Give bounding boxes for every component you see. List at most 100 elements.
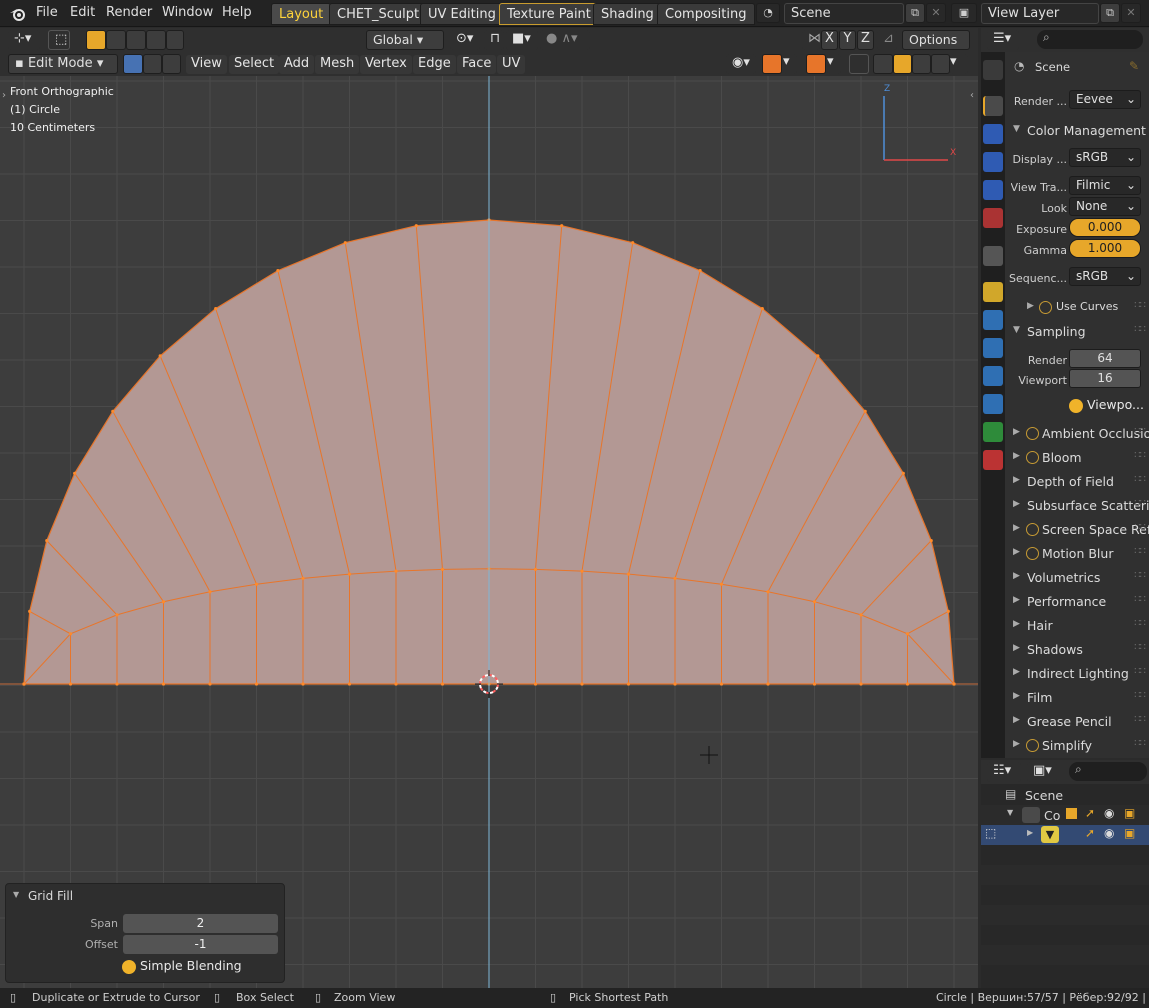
simple-blending-checkbox[interactable]: Simple Blending (122, 958, 242, 974)
menu-select[interactable]: Select (229, 55, 280, 74)
mesh-vertex[interactable] (719, 582, 724, 586)
pin-icon[interactable]: ✎ (1129, 59, 1139, 73)
menu-window[interactable]: Window (162, 5, 213, 20)
menu-edit[interactable]: Edit (70, 5, 95, 20)
mesh-vertex[interactable] (859, 613, 863, 617)
drag-handle-icon[interactable]: ∷∷ (1134, 522, 1146, 533)
use-curves-checkbox[interactable] (1039, 301, 1052, 314)
drag-handle-icon[interactable]: ∷∷ (1134, 738, 1146, 749)
drag-handle-icon[interactable]: ∷∷ (1134, 546, 1146, 557)
tab-compositing[interactable]: Compositing (657, 3, 755, 25)
properties-editor-type-icon[interactable]: ☰▾ (987, 30, 1019, 50)
view-layer-field[interactable]: View Layer (981, 3, 1099, 24)
mesh-vertex[interactable] (859, 682, 863, 686)
section-motion-blur[interactable]: ▶ Motion Blur ∷∷ (1005, 543, 1149, 565)
mesh-vertex[interactable] (631, 241, 635, 245)
visibility-icon[interactable]: ◉▾ (726, 54, 756, 74)
overlays-icon[interactable] (806, 54, 826, 74)
render-engine-select[interactable]: Eevee ⌄ (1069, 90, 1141, 109)
section-shadows[interactable]: ▶ Shadows ∷∷ (1005, 639, 1149, 661)
solid-shading-icon[interactable] (893, 54, 912, 74)
menu-help[interactable]: Help (222, 5, 252, 20)
tool-tab-icon[interactable] (983, 60, 1003, 80)
sampling-section[interactable]: ▼ Sampling ∷∷ (1005, 321, 1149, 343)
mesh-vertex[interactable] (719, 682, 724, 686)
viewport-denoise-checkbox[interactable]: Viewpo... (1069, 397, 1144, 413)
mesh-vertex[interactable] (929, 539, 933, 543)
tab-chet-sculpt[interactable]: CHET_Sculpt (329, 3, 428, 25)
mirror-y-toggle[interactable]: Y (839, 30, 856, 50)
mesh-vertex[interactable] (115, 613, 119, 617)
mesh-vertex[interactable] (560, 224, 564, 228)
render-tab-icon[interactable] (983, 96, 1003, 116)
mesh-vertex[interactable] (115, 682, 119, 686)
selectable-icon[interactable]: ➚ (1085, 806, 1095, 820)
menu-edge[interactable]: Edge (413, 55, 456, 74)
drag-handle-icon[interactable]: ∷∷ (1134, 714, 1146, 725)
select-tool-icon[interactable]: ⬚ (48, 30, 70, 50)
mesh-vertex[interactable] (533, 567, 538, 571)
menu-view[interactable]: View (186, 55, 227, 74)
expand-arrow-icon[interactable]: ▼ (1007, 808, 1013, 817)
viewport-samples-field[interactable]: 16 (1069, 369, 1141, 388)
section-volumetrics[interactable]: ▶ Volumetrics ∷∷ (1005, 567, 1149, 589)
select-mode-new-icon[interactable] (86, 30, 106, 50)
vertex-select-mode-icon[interactable] (123, 54, 143, 74)
look-select[interactable]: None ⌄ (1069, 197, 1141, 216)
view-layer-tab-icon[interactable] (983, 152, 1003, 172)
drag-handle-icon[interactable]: ∷∷ (1134, 324, 1146, 335)
section-indirect-lighting[interactable]: ▶ Indirect Lighting ∷∷ (1005, 663, 1149, 685)
span-field[interactable]: 2 (123, 914, 278, 933)
new-view-layer-icon[interactable]: ⧉ (1100, 3, 1120, 23)
toolbar-expand-icon[interactable]: › (2, 90, 6, 101)
scene-name-field[interactable]: Scene (784, 3, 904, 24)
selectable-icon[interactable]: ➚ (1085, 826, 1095, 840)
output-tab-icon[interactable] (983, 124, 1003, 144)
world-tab-icon[interactable] (983, 208, 1003, 228)
outliner-object-row[interactable]: ⬚ ▶ ▼ ➚ ◉ ▣ (981, 825, 1149, 845)
mesh-vertex[interactable] (440, 682, 445, 686)
menu-file[interactable]: File (36, 5, 58, 20)
eye-icon[interactable]: ◉ (1104, 826, 1114, 840)
mesh-vertex[interactable] (254, 682, 259, 686)
outliner-scene-row[interactable]: ▤ Scene (981, 785, 1149, 805)
mesh-vertex[interactable] (28, 609, 32, 614)
tab-texture-paint[interactable]: Texture Paint (499, 3, 599, 25)
delete-scene-icon[interactable]: ✕ (926, 3, 946, 23)
view-transform-select[interactable]: Filmic ⌄ (1069, 176, 1141, 195)
tab-shading[interactable]: Shading (593, 3, 662, 25)
material-shading-icon[interactable] (912, 54, 931, 74)
scene-browse-icon[interactable]: ◔ (756, 3, 780, 23)
mesh-vertex[interactable] (394, 682, 398, 686)
mesh-vertex[interactable] (73, 471, 77, 475)
mesh-vertex[interactable] (863, 409, 867, 413)
section-enable-checkbox[interactable] (1026, 427, 1039, 440)
mesh-vertex[interactable] (673, 682, 677, 686)
menu-vertex[interactable]: Vertex (360, 55, 412, 74)
mesh-vertex[interactable] (440, 567, 445, 571)
mesh-vertex[interactable] (45, 539, 49, 543)
mesh-vertex[interactable] (698, 269, 702, 273)
mirror-x-toggle[interactable]: X (821, 30, 838, 50)
overlays-dropdown-icon[interactable]: ▾ (827, 54, 841, 74)
sidebar-expand-icon[interactable]: ‹ (970, 90, 974, 101)
mesh-vertex[interactable] (22, 682, 26, 686)
blender-logo-icon[interactable] (8, 5, 26, 23)
mesh-vertex[interactable] (161, 682, 166, 686)
expand-arrow-icon[interactable]: ▶ (1027, 828, 1033, 837)
viewport-canvas[interactable] (0, 76, 978, 988)
mesh-vertex[interactable] (343, 241, 347, 245)
mesh-vertex[interactable] (952, 682, 956, 686)
drag-handle-icon[interactable]: ∷∷ (1134, 690, 1146, 701)
select-mode-intersect-icon[interactable] (166, 30, 184, 50)
mesh-vertex[interactable] (766, 682, 770, 686)
camera-icon[interactable]: ▣ (1124, 806, 1135, 820)
mirror-z-toggle[interactable]: Z (857, 30, 874, 50)
outliner-collection-row[interactable]: ▼ Co ➚ ◉ ▣ (981, 805, 1149, 825)
select-mode-subtract-icon[interactable] (126, 30, 146, 50)
data-tab-icon[interactable] (983, 422, 1003, 442)
mesh-vertex[interactable] (626, 572, 631, 576)
sequencer-select[interactable]: sRGB ⌄ (1069, 267, 1141, 286)
modifier-tab-icon[interactable] (983, 310, 1003, 330)
gizmo-dropdown-icon[interactable]: ▾ (783, 54, 797, 74)
